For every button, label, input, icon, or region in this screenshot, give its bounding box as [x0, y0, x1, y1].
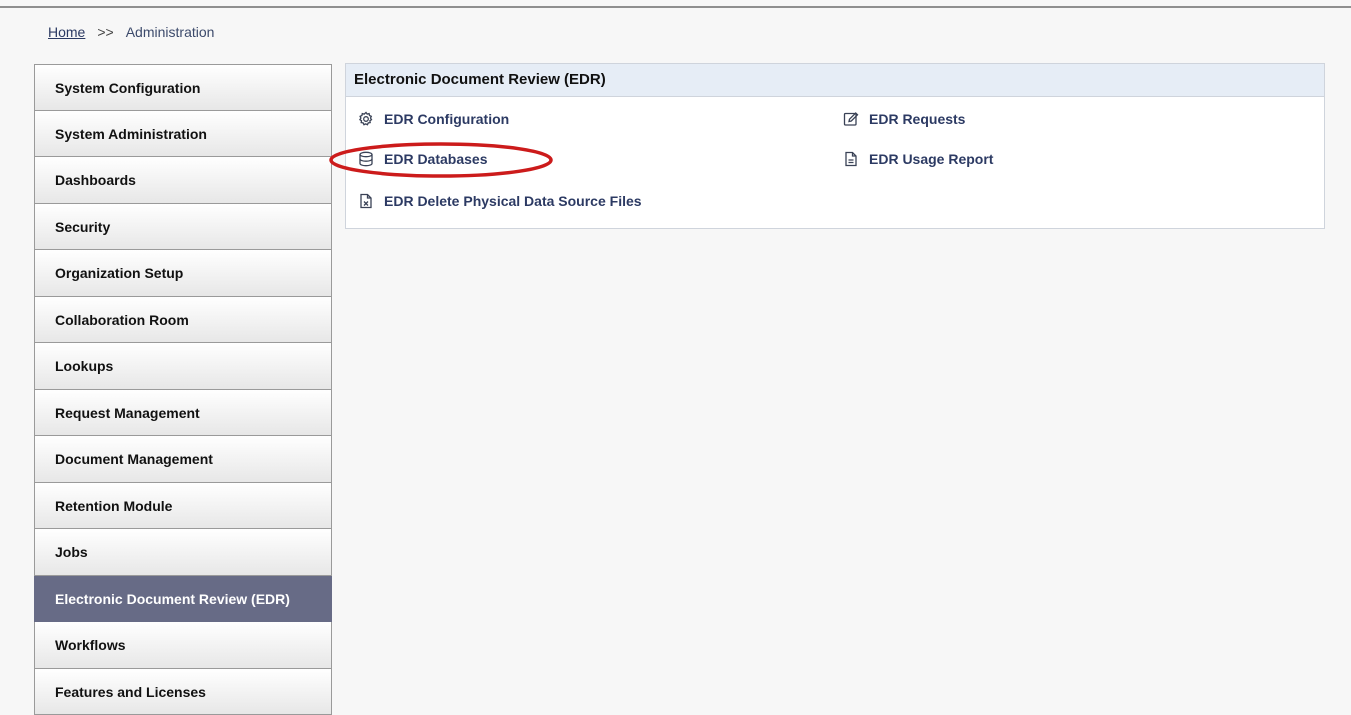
breadcrumb: Home >> Administration: [48, 24, 214, 40]
sidebar-nav: System Configuration System Administrati…: [34, 64, 332, 715]
delete-file-icon: [360, 193, 372, 209]
edr-requests-link[interactable]: EDR Requests: [843, 111, 965, 127]
edr-usage-report-link[interactable]: EDR Usage Report: [843, 151, 993, 167]
breadcrumb-current: Administration: [125, 24, 215, 40]
edr-delete-files-link[interactable]: EDR Delete Physical Data Source Files: [358, 193, 642, 209]
sidebar-item-system-administration[interactable]: System Administration: [34, 110, 332, 157]
edit-icon: [843, 112, 859, 126]
sidebar-item-edr[interactable]: Electronic Document Review (EDR): [34, 575, 332, 622]
sidebar-item-dashboards[interactable]: Dashboards: [34, 157, 332, 204]
gear-icon: [359, 111, 373, 126]
sidebar-item-document-management[interactable]: Document Management: [34, 436, 332, 483]
sidebar-item-organization-setup[interactable]: Organization Setup: [34, 250, 332, 297]
sidebar-item-jobs[interactable]: Jobs: [34, 529, 332, 576]
edr-requests-label: EDR Requests: [869, 111, 966, 127]
sidebar-item-workflows[interactable]: Workflows: [34, 622, 332, 669]
edr-delete-files-label: EDR Delete Physical Data Source Files: [384, 193, 642, 209]
breadcrumb-home-link[interactable]: Home: [48, 24, 85, 40]
sidebar-item-lookups[interactable]: Lookups: [34, 343, 332, 390]
sidebar-item-request-management[interactable]: Request Management: [34, 389, 332, 436]
edr-configuration-link[interactable]: EDR Configuration: [358, 111, 509, 127]
edr-databases-label: EDR Databases: [384, 151, 488, 167]
edr-usage-report-label: EDR Usage Report: [869, 151, 994, 167]
database-icon: [359, 151, 373, 167]
top-divider: [0, 6, 1351, 8]
edr-panel: Electronic Document Review (EDR) EDR Con…: [345, 63, 1325, 229]
edr-configuration-label: EDR Configuration: [384, 111, 510, 127]
sidebar-item-system-configuration[interactable]: System Configuration: [34, 64, 332, 111]
breadcrumb-separator: >>: [97, 24, 114, 40]
sidebar-item-features-and-licenses[interactable]: Features and Licenses: [34, 668, 332, 715]
edr-databases-link[interactable]: EDR Databases: [358, 151, 488, 167]
report-icon: [845, 151, 857, 167]
sidebar-item-retention-module[interactable]: Retention Module: [34, 482, 332, 529]
sidebar-item-collaboration-room[interactable]: Collaboration Room: [34, 296, 332, 343]
panel-title: Electronic Document Review (EDR): [346, 64, 1324, 97]
sidebar-item-security[interactable]: Security: [34, 203, 332, 250]
